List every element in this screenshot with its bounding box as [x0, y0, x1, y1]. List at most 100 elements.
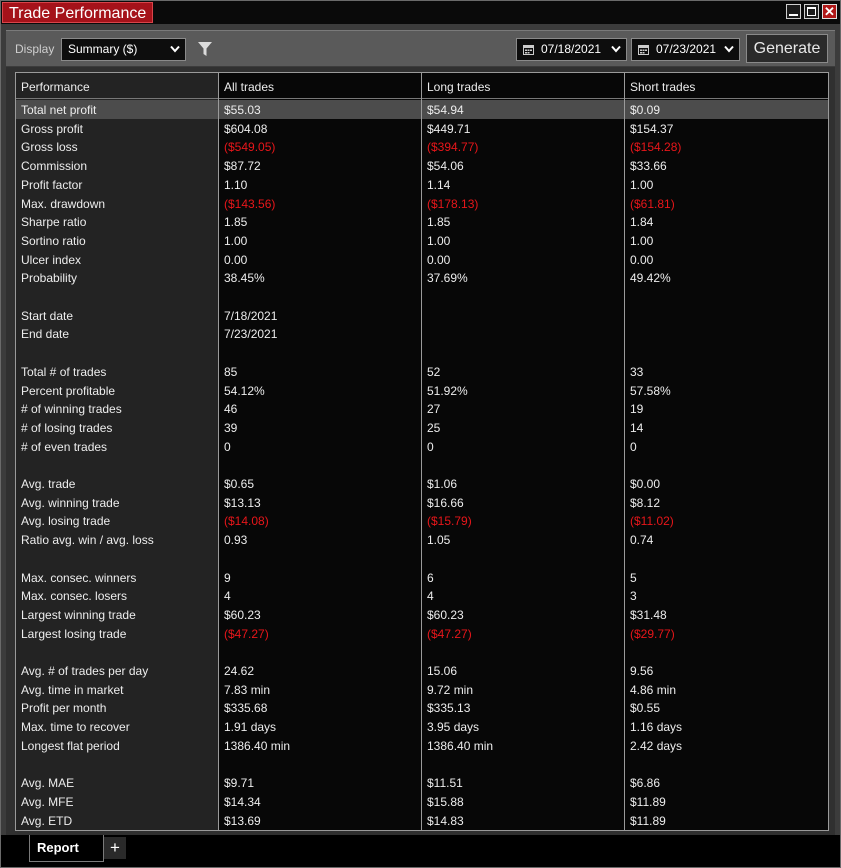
table-row[interactable]: # of losing trades 39 25 14 [16, 418, 828, 437]
cell-value: ($394.77) [427, 140, 479, 155]
row-label: Longest flat period [21, 738, 120, 753]
table-row[interactable]: Avg. losing trade ($14.08) ($15.79) ($11.02… [16, 511, 828, 530]
column-divider [218, 73, 219, 830]
table-row[interactable]: Ratio avg. win / avg. loss 0.93 1.05 0.74 [16, 530, 828, 549]
table-row[interactable]: End date 7/23/2021 [16, 324, 828, 343]
row-label: Avg. MFE [21, 794, 74, 809]
cell-value: ($61.81) [630, 196, 675, 211]
column-header[interactable]: Short trades [630, 80, 695, 94]
performance-grid[interactable]: Performance All trades Long trades Short tr… [15, 72, 829, 831]
row-label: Avg. time in market [21, 682, 124, 697]
cell-value: $6.86 [630, 776, 661, 791]
cell-value: $14.34 [224, 794, 261, 809]
table-row[interactable]: Probability 38.45% 37.69% 49.42% [16, 268, 828, 287]
row-label: Avg. losing trade [21, 514, 111, 529]
close-button[interactable]: ✕ [822, 4, 837, 19]
cell-value: 14 [630, 420, 644, 435]
row-label: End date [21, 327, 70, 342]
row-label: Largest winning trade [21, 607, 136, 622]
cell-value: $449.71 [427, 121, 471, 136]
row-label: Avg. trade [21, 477, 76, 491]
report-area: Performance All trades Long trades Short tr… [6, 67, 835, 835]
cell-value: 57.58% [630, 383, 671, 398]
cell-value: 9.56 [630, 664, 654, 678]
tab-report[interactable]: Report [29, 835, 104, 862]
cell-value: 24.62 [224, 664, 255, 678]
table-row[interactable]: # of even trades 0 0 0 [16, 437, 828, 456]
bottom-tab-bar: Report + [1, 835, 840, 867]
cell-value: $33.66 [630, 159, 667, 174]
cell-value: $335.13 [427, 701, 471, 716]
row-label: Max. consec. winners [21, 570, 137, 585]
calendar-icon [523, 45, 534, 55]
table-row[interactable]: Max. consec. losers 4 4 3 [16, 586, 828, 605]
start-date-picker[interactable]: 07/18/2021 [516, 38, 627, 61]
end-date-picker[interactable]: 07/23/2021 [631, 38, 740, 61]
table-row[interactable]: Total net profit $55.03 $54.94 $0.09 [16, 100, 828, 119]
table-row[interactable]: Avg. MFE $14.34 $15.88 $11.89 [16, 792, 828, 811]
cell-value: $60.23 [427, 607, 464, 622]
table-row[interactable]: Gross loss ($549.05) ($394.77) ($154.28) [16, 137, 828, 156]
cell-value: $604.08 [224, 121, 268, 136]
row-label: Total net profit [21, 103, 97, 117]
cell-value: 4 [427, 589, 434, 604]
title-bar: Trade Performance ✕ [1, 1, 840, 24]
table-row[interactable]: Sharpe ratio 1.85 1.85 1.84 [16, 212, 828, 231]
table-row[interactable]: Sortino ratio 1.00 1.00 1.00 [16, 231, 828, 250]
row-label: Gross profit [21, 121, 84, 136]
table-row[interactable]: Longest flat period 1386.40 min 1386.40 mi… [16, 736, 828, 755]
trade-performance-window: Trade Performance ✕ Display Summary ($) … [0, 0, 841, 868]
row-label: Commission [21, 159, 88, 174]
table-row[interactable]: Avg. ETD $13.69 $14.83 $11.89 [16, 811, 828, 830]
cell-value: 1.16 days [630, 720, 683, 735]
table-row[interactable]: Profit per month $335.68 $335.13 $0.55 [16, 698, 828, 717]
row-label: Total # of trades [21, 364, 107, 379]
row-label: Percent profitable [21, 383, 116, 398]
table-row[interactable]: Avg. time in market 7.83 min 9.72 min 4.86 … [16, 680, 828, 699]
column-header[interactable]: All trades [224, 80, 274, 94]
row-label: Avg. ETD [21, 813, 73, 828]
column-header[interactable]: Performance [21, 80, 90, 94]
table-row[interactable]: Gross profit $604.08 $449.71 $154.37 [16, 119, 828, 138]
table-row[interactable]: Commission $87.72 $54.06 $33.66 [16, 156, 828, 175]
table-row[interactable]: Avg. winning trade $13.13 $16.66 $8.12 [16, 493, 828, 512]
generate-button[interactable]: Generate [746, 34, 828, 63]
row-label: Avg. MAE [21, 776, 75, 791]
cell-value: $11.89 [630, 794, 666, 809]
maximize-button[interactable] [804, 4, 819, 19]
plus-icon[interactable]: + [104, 837, 126, 859]
table-row[interactable]: Total # of trades 85 52 33 [16, 362, 828, 381]
table-row[interactable]: Percent profitable 54.12% 51.92% 57.58% [16, 381, 828, 400]
table-row[interactable]: # of winning trades 46 27 19 [16, 399, 828, 418]
window-title[interactable]: Trade Performance [2, 2, 154, 23]
cell-value: ($47.27) [427, 626, 472, 641]
close-icon: ✕ [824, 4, 835, 19]
cell-value: 15.06 [427, 664, 458, 678]
cell-value: 54.12% [224, 383, 265, 398]
display-select[interactable]: Summary ($) [61, 38, 186, 61]
row-label: Ratio avg. win / avg. loss [21, 533, 154, 548]
table-row[interactable]: Avg. # of trades per day 24.62 15.06 9.56 [16, 661, 828, 680]
minimize-button[interactable] [786, 4, 801, 19]
cell-value: 46 [224, 402, 238, 417]
row-label: # of losing trades [21, 420, 113, 435]
cell-value: 1.14 [427, 177, 451, 192]
row-label: Sortino ratio [21, 233, 86, 248]
table-row[interactable]: Max. drawdown ($143.56) ($178.13) ($61.81) [16, 194, 828, 213]
table-row[interactable]: Avg. trade $0.65 $1.06 $0.00 [16, 474, 828, 493]
table-row[interactable]: Max. time to recover 1.91 days 3.95 days 1.… [16, 717, 828, 736]
table-row[interactable]: Largest losing trade ($47.27) ($47.27) ($29… [16, 624, 828, 643]
row-label: Sharpe ratio [21, 215, 87, 230]
column-header[interactable]: Long trades [427, 80, 490, 94]
filter-icon[interactable] [198, 42, 212, 56]
table-row[interactable]: Max. consec. winners 9 6 5 [16, 568, 828, 587]
table-row[interactable]: Avg. MAE $9.71 $11.51 $6.86 [16, 773, 828, 792]
table-row[interactable]: Profit factor 1.10 1.14 1.00 [16, 175, 828, 194]
cell-value: ($11.02) [630, 514, 674, 529]
table-row[interactable]: Start date 7/18/2021 [16, 306, 828, 325]
table-row[interactable]: Ulcer index 0.00 0.00 0.00 [16, 250, 828, 269]
calendar-icon [638, 45, 649, 55]
cell-value: $13.69 [224, 813, 261, 828]
table-row[interactable]: Largest winning trade $60.23 $60.23 $31.48 [16, 605, 828, 624]
start-date-value: 07/18/2021 [541, 42, 602, 56]
